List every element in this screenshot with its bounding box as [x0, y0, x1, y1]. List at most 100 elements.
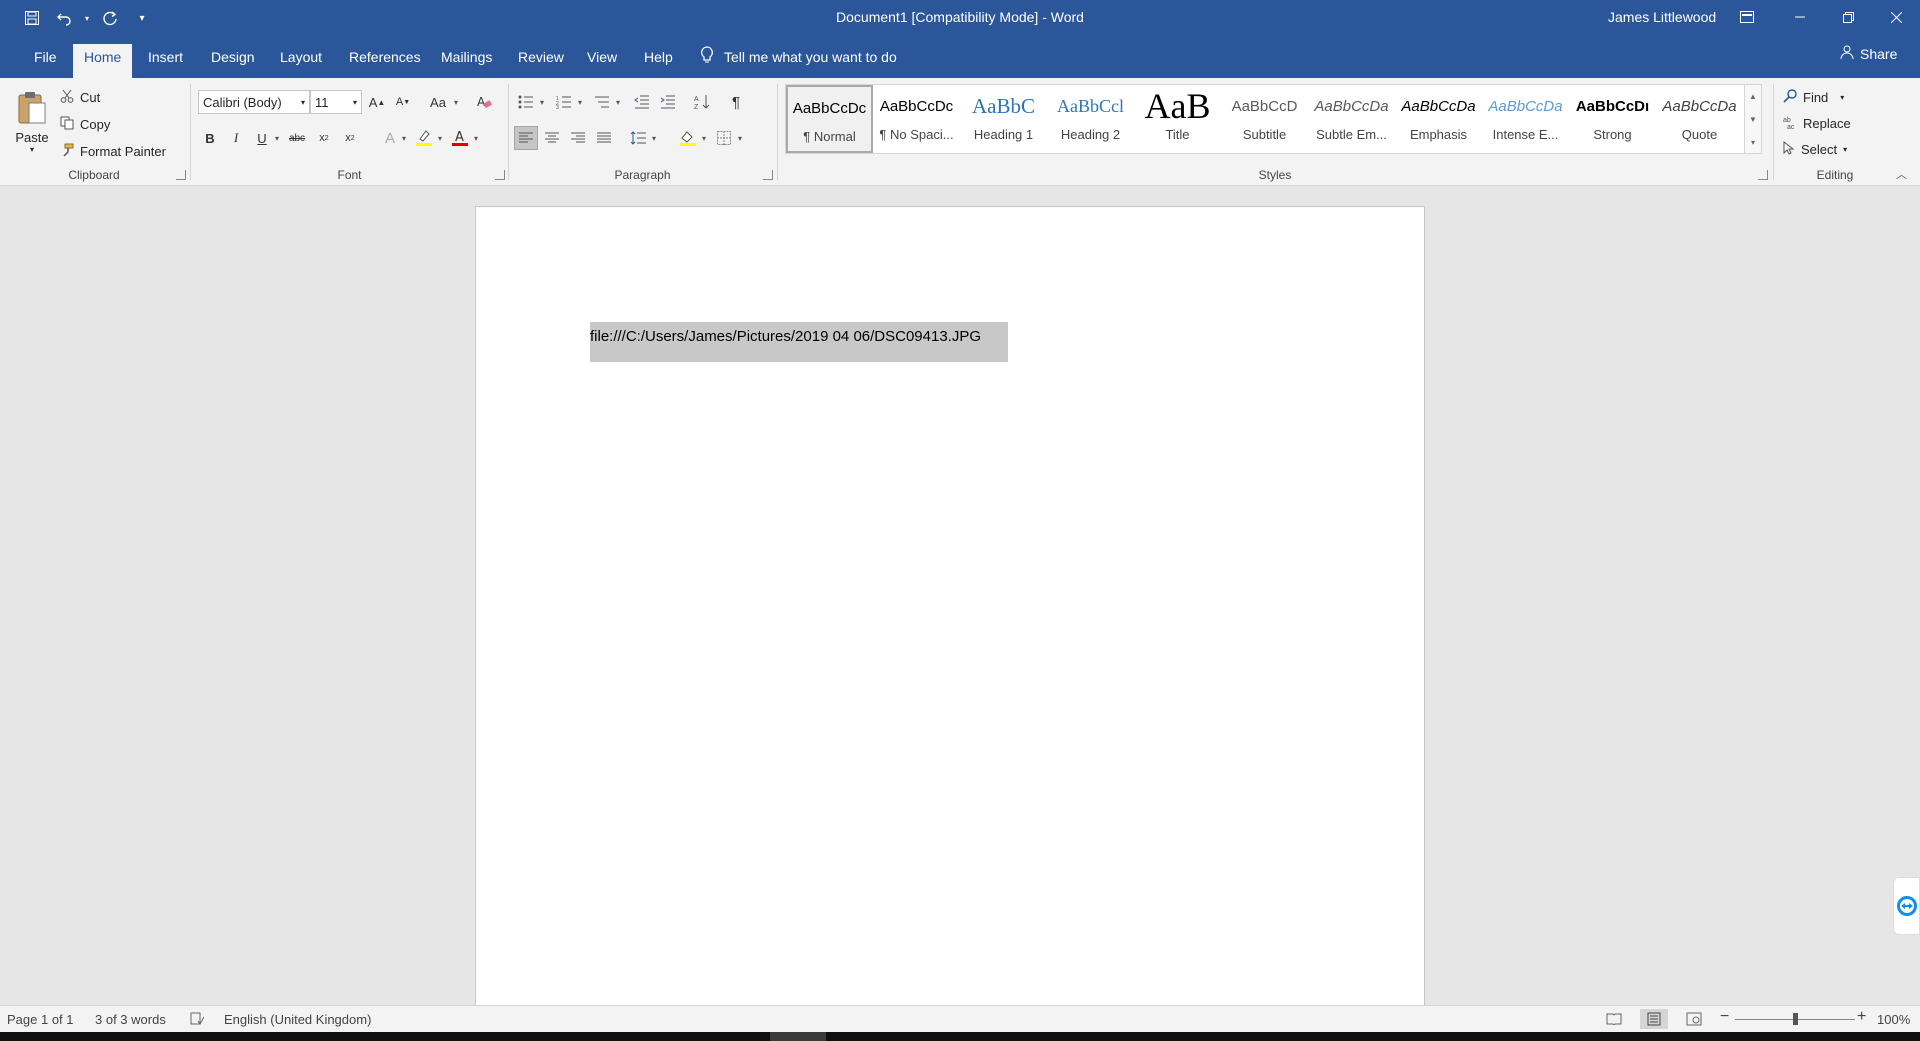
shading-dropdown-icon[interactable]: ▾ [699, 126, 709, 150]
increase-indent-icon[interactable] [656, 90, 680, 114]
font-name-box[interactable]: Calibri (Body) ▾ [198, 90, 310, 114]
tab-references[interactable]: References [338, 46, 432, 78]
teamviewer-icon[interactable] [1893, 877, 1920, 935]
document-page[interactable]: file:///C:/Users/James/Pictures/2019 04 … [475, 206, 1425, 1026]
svg-text:3: 3 [556, 105, 559, 109]
zoom-slider[interactable] [1735, 1013, 1855, 1025]
italic-icon[interactable]: I [224, 126, 248, 150]
align-center-icon[interactable] [540, 126, 564, 150]
decrease-indent-icon[interactable] [630, 90, 654, 114]
font-name-value: Calibri (Body) [203, 94, 282, 110]
group-divider [1773, 84, 1774, 180]
strikethrough-icon[interactable]: abc [285, 126, 309, 150]
word-count[interactable]: 3 of 3 words [95, 1012, 166, 1027]
change-case-button[interactable]: Aa [424, 90, 452, 114]
editing-group: Find ▾ ab ac Replace Select ▾ Editing [1775, 82, 1895, 184]
text-effects-dropdown-icon[interactable]: ▾ [399, 126, 409, 150]
svg-text:A: A [477, 95, 486, 109]
paste-dropdown-icon[interactable]: ▾ [10, 145, 54, 154]
share-button[interactable]: Share [1840, 45, 1897, 62]
font-size-box[interactable]: 11 ▾ [310, 90, 362, 114]
align-left-icon[interactable] [514, 126, 538, 150]
zoom-level[interactable]: 100% [1877, 1012, 1910, 1027]
change-case-dropdown-icon[interactable]: ▾ [451, 90, 461, 114]
clipboard-dialog-launcher[interactable] [176, 170, 186, 180]
minimize-icon[interactable] [1776, 0, 1824, 34]
tab-review[interactable]: Review [507, 46, 575, 78]
align-right-icon[interactable] [566, 126, 590, 150]
clear-formatting-icon[interactable]: A [472, 90, 496, 114]
underline-icon[interactable]: U [250, 126, 274, 150]
format-painter-button[interactable]: Format Painter [60, 140, 166, 162]
collapse-ribbon-icon[interactable]: ︿ [1896, 166, 1907, 182]
replace-button[interactable]: ab ac Replace [1783, 112, 1851, 134]
paste-button[interactable]: Paste ▾ [10, 86, 54, 166]
styles-dialog-launcher[interactable] [1758, 170, 1768, 180]
tab-design[interactable]: Design [200, 46, 266, 78]
bullets-icon[interactable] [514, 90, 538, 114]
zoom-in-icon[interactable]: + [1857, 1008, 1866, 1026]
font-color-icon[interactable]: A [448, 126, 472, 150]
shading-icon[interactable] [676, 126, 700, 150]
taskbar [0, 1032, 1920, 1041]
underline-dropdown-icon[interactable]: ▾ [272, 126, 282, 150]
multilevel-list-icon[interactable] [590, 90, 614, 114]
paragraph-dialog-launcher[interactable] [763, 170, 773, 180]
subscript-icon[interactable]: x2 [312, 126, 336, 150]
shrink-font-icon[interactable]: A ▼ [391, 90, 415, 114]
tab-home[interactable]: Home [73, 44, 133, 78]
borders-dropdown-icon[interactable]: ▾ [735, 126, 745, 150]
share-label: Share [1860, 45, 1898, 62]
paste-icon [10, 86, 54, 130]
sort-icon[interactable]: AZ [690, 90, 714, 114]
justify-icon[interactable] [592, 126, 616, 150]
user-name[interactable]: James Littlewood [1608, 9, 1716, 25]
select-dropdown-icon[interactable]: ▾ [1843, 145, 1847, 154]
highlight-color-icon[interactable] [412, 126, 436, 150]
tab-mailings[interactable]: Mailings [430, 46, 503, 78]
bold-icon[interactable]: B [198, 126, 222, 150]
highlight-dropdown-icon[interactable]: ▾ [435, 126, 445, 150]
taskbar-active-app[interactable] [770, 1032, 826, 1041]
print-layout-icon[interactable] [1640, 1009, 1668, 1029]
bullets-dropdown-icon[interactable]: ▾ [537, 90, 547, 114]
grow-font-icon[interactable]: A ▲ [365, 90, 389, 114]
read-mode-icon[interactable] [1600, 1009, 1628, 1029]
language-indicator[interactable]: English (United Kingdom) [224, 1012, 371, 1027]
page-count[interactable]: Page 1 of 1 [7, 1012, 74, 1027]
multilevel-dropdown-icon[interactable]: ▾ [613, 90, 623, 114]
copy-button[interactable]: Copy [60, 113, 110, 135]
close-icon[interactable] [1872, 0, 1920, 34]
zoom-out-icon[interactable]: − [1720, 1008, 1729, 1026]
select-button[interactable]: Select ▾ [1783, 138, 1847, 160]
svg-text:Z: Z [694, 104, 699, 110]
replace-label: Replace [1803, 115, 1851, 131]
restore-icon[interactable] [1824, 0, 1872, 34]
selected-document-text[interactable]: file:///C:/Users/James/Pictures/2019 04 … [590, 322, 1008, 362]
cut-button[interactable]: Cut [60, 86, 100, 108]
tab-help[interactable]: Help [633, 46, 684, 78]
font-color-dropdown-icon[interactable]: ▾ [471, 126, 481, 150]
numbering-icon[interactable]: 123 [552, 90, 576, 114]
font-group-label: Font [337, 168, 362, 182]
tab-insert[interactable]: Insert [137, 46, 194, 78]
line-spacing-dropdown-icon[interactable]: ▾ [649, 126, 659, 150]
numbering-dropdown-icon[interactable]: ▾ [575, 90, 585, 114]
tab-layout[interactable]: Layout [269, 46, 333, 78]
tab-view[interactable]: View [576, 46, 628, 78]
web-layout-icon[interactable] [1680, 1009, 1708, 1029]
zoom-slider-thumb[interactable] [1793, 1013, 1798, 1025]
line-spacing-icon[interactable] [626, 126, 650, 150]
styles-group-label: Styles [1258, 168, 1292, 182]
proofing-icon[interactable] [190, 1012, 205, 1029]
styles-group: Styles [780, 82, 1770, 184]
borders-icon[interactable] [712, 126, 736, 150]
ribbon-display-options-icon[interactable] [1733, 4, 1761, 30]
show-hide-marks-icon[interactable]: ¶ [724, 90, 748, 114]
tab-file[interactable]: File [23, 46, 68, 78]
find-button[interactable]: Find ▾ [1783, 86, 1844, 108]
tell-me-search[interactable]: Tell me what you want to do [700, 46, 897, 67]
superscript-icon[interactable]: x2 [338, 126, 362, 150]
find-dropdown-icon[interactable]: ▾ [1840, 93, 1844, 102]
font-dialog-launcher[interactable] [495, 170, 505, 180]
